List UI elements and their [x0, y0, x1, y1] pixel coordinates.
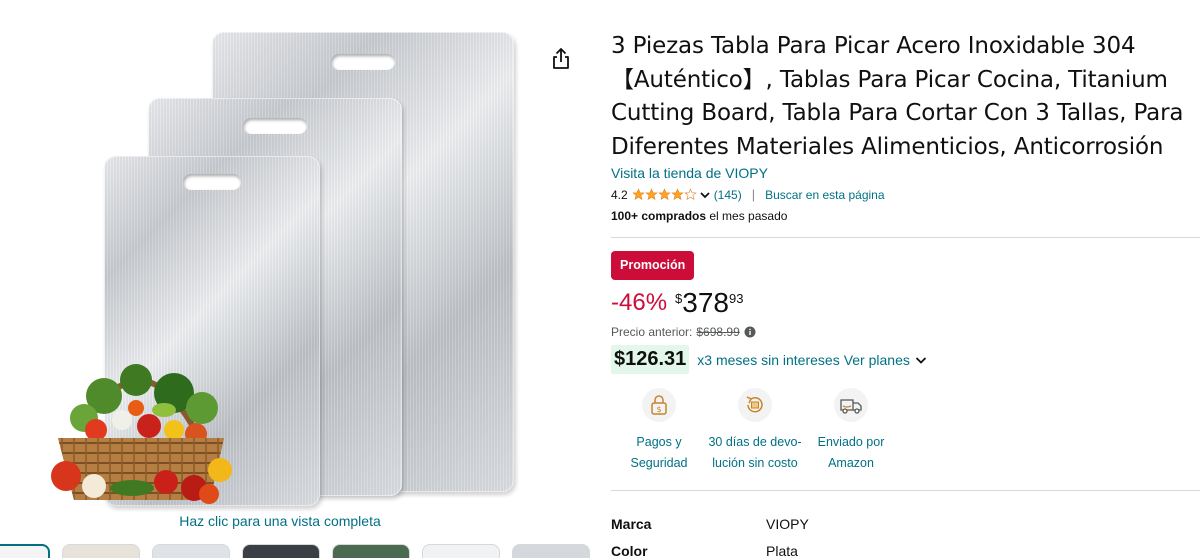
spec-key: Color [611, 543, 648, 558]
divider-bottom [611, 490, 1200, 491]
return-icon [738, 388, 772, 422]
previous-price-row: Precio anterior: $698.99 [611, 325, 756, 339]
badge-line2: Amazon [828, 456, 874, 470]
delivery-truck-icon [834, 388, 868, 422]
price-fraction: 93 [728, 291, 744, 306]
price-row: -46% $ 378 93 [611, 286, 743, 320]
chevron-down-icon[interactable] [914, 353, 928, 367]
image-gallery: Haz clic para una vista completa [0, 0, 590, 558]
full-view-link[interactable]: Haz clic para una vista completa [0, 513, 560, 529]
badge-shipped-by-amazon[interactable]: Enviado por Amazon [803, 388, 899, 474]
badge-line1: Pagos y [636, 435, 682, 449]
thumbnail-4[interactable] [242, 544, 320, 558]
spec-value: VIOPY [766, 516, 809, 532]
badge-line1: 30 días de devo- [708, 435, 802, 449]
thumbnail-strip [0, 544, 590, 558]
product-details: 3 Piezas Tabla Para Picar Acero Inoxidab… [611, 30, 1200, 223]
main-product-image[interactable] [40, 22, 530, 508]
divider-top [611, 237, 1200, 238]
bought-rest: el mes pasado [706, 209, 788, 223]
previous-price: $698.99 [696, 325, 740, 339]
price-whole: 378 [682, 287, 729, 318]
star-full-icon [632, 188, 645, 200]
star-full-icon [645, 188, 658, 200]
divider: | [751, 187, 756, 202]
share-icon[interactable] [548, 46, 574, 72]
bought-bold: 100+ comprados [611, 209, 707, 223]
store-link[interactable]: Visita la tienda de VIOPY [611, 165, 1200, 181]
product-title: 3 Piezas Tabla Para Picar Acero Inoxidab… [611, 33, 1184, 160]
vegetable-basket-image [51, 364, 232, 504]
chevron-down-icon[interactable] [699, 189, 711, 201]
rating-stars[interactable] [632, 188, 697, 201]
spec-table: Marca VIOPY Color Plata [611, 512, 809, 558]
badge-line2: lución sin costo [712, 456, 798, 470]
installment-plans-link[interactable]: Ver planes [844, 352, 910, 368]
search-page-link[interactable]: Buscar en esta página [765, 188, 884, 202]
trust-badges: $ Pagos y Seguridad 30 días de devo-lució… [611, 388, 899, 474]
spec-row: Marca VIOPY [611, 512, 809, 539]
installment-amount: $126.31 [611, 345, 690, 374]
badge-returns[interactable]: 30 días de devo-lución sin costo [707, 388, 803, 474]
rating-row: 4.2 (145) | Buscar en esta página [611, 187, 1200, 202]
spec-row: Color Plata [611, 539, 809, 558]
deal-badge: Promoción [611, 251, 695, 280]
info-icon[interactable] [744, 326, 756, 338]
star-full-icon [658, 188, 671, 200]
star-empty-icon [684, 188, 697, 200]
badge-line2: Seguridad [630, 456, 688, 470]
thumbnail-2[interactable] [62, 544, 140, 558]
rating-count-link[interactable]: (145) [714, 188, 742, 202]
bought-count: 100+ comprados el mes pasado [611, 209, 1200, 223]
installment-text: x3 meses sin intereses [697, 351, 840, 368]
spec-key: Marca [611, 516, 652, 532]
thumbnail-3[interactable] [152, 544, 230, 558]
spec-value: Plata [766, 543, 798, 558]
thumbnail-6[interactable] [422, 544, 500, 558]
thumbnail-1[interactable] [0, 544, 50, 558]
badge-line1: Enviado por [817, 435, 885, 449]
previous-price-label: Precio anterior: [611, 325, 693, 339]
svg-text:$: $ [656, 405, 661, 414]
installments-row: $126.31 x3 meses sin intereses Ver plane… [611, 345, 928, 374]
badge-secure-payment[interactable]: $ Pagos y Seguridad [611, 388, 707, 474]
rating-value: 4.2 [611, 187, 628, 202]
thumbnail-7[interactable] [512, 544, 590, 558]
discount-percent: -46% [611, 289, 668, 316]
star-full-icon [671, 188, 684, 200]
thumbnail-5[interactable] [332, 544, 410, 558]
secure-payment-icon: $ [642, 388, 676, 422]
price-currency: $ [675, 291, 683, 306]
